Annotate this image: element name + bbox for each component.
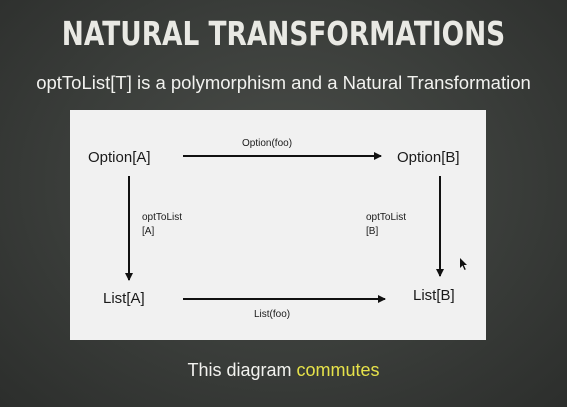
- edge-label-list-foo: List(foo): [254, 309, 290, 320]
- diagram-canvas: Option[A] Option[B] List[A] List[B] Opti…: [88, 138, 467, 320]
- edge-label-opt-to-list-a-1: optToList: [142, 212, 182, 223]
- caption-highlight: commutes: [296, 360, 380, 380]
- caption: This diagram commutes: [0, 360, 567, 381]
- edge-label-opt-to-list-b-2: [B]: [366, 226, 378, 237]
- node-option-b: Option[B]: [397, 149, 460, 166]
- commutative-diagram: Option[A] Option[B] List[A] List[B] Opti…: [70, 110, 486, 340]
- edge-label-option-foo: Option(foo): [242, 138, 292, 149]
- slide-subtitle: optToList[T] is a polymorphism and a Nat…: [36, 72, 531, 93]
- slide-title: NATURAL TRANSFORMATIONS: [61, 14, 506, 53]
- node-option-a: Option[A]: [88, 149, 151, 166]
- node-list-b: List[B]: [413, 287, 455, 304]
- edge-label-opt-to-list-a-2: [A]: [142, 226, 154, 237]
- edge-label-opt-to-list-b-1: optToList: [366, 212, 406, 223]
- mouse-cursor-icon: [460, 258, 467, 270]
- caption-text: This diagram: [187, 360, 297, 380]
- node-list-a: List[A]: [103, 290, 145, 307]
